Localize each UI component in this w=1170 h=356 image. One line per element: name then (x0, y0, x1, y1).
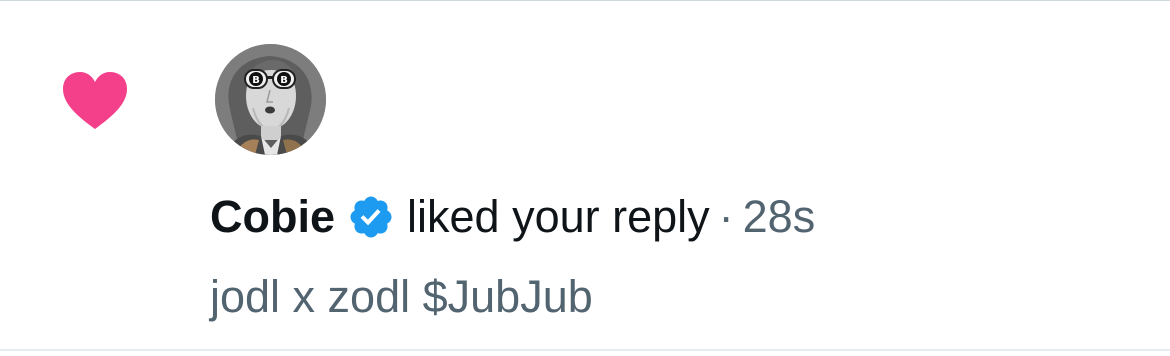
timestamp[interactable]: 28s (743, 191, 816, 243)
notification-headline: Cobie liked your reply · 28s (210, 189, 815, 245)
svg-text:B: B (280, 75, 288, 86)
svg-text:B: B (252, 75, 260, 86)
action-text: liked your reply (407, 191, 710, 242)
heart-icon (63, 72, 127, 129)
avatar[interactable]: B B (215, 44, 326, 155)
separator-dot: · (718, 191, 734, 242)
like-notification[interactable]: B B Cobie liked your reply · 28s jodl x … (0, 1, 1170, 349)
bottom-divider (0, 349, 1170, 351)
verified-badge-icon (350, 196, 392, 238)
user-name-link[interactable]: Cobie (210, 191, 335, 243)
reply-text[interactable]: jodl x zodl $JubJub (210, 271, 593, 323)
